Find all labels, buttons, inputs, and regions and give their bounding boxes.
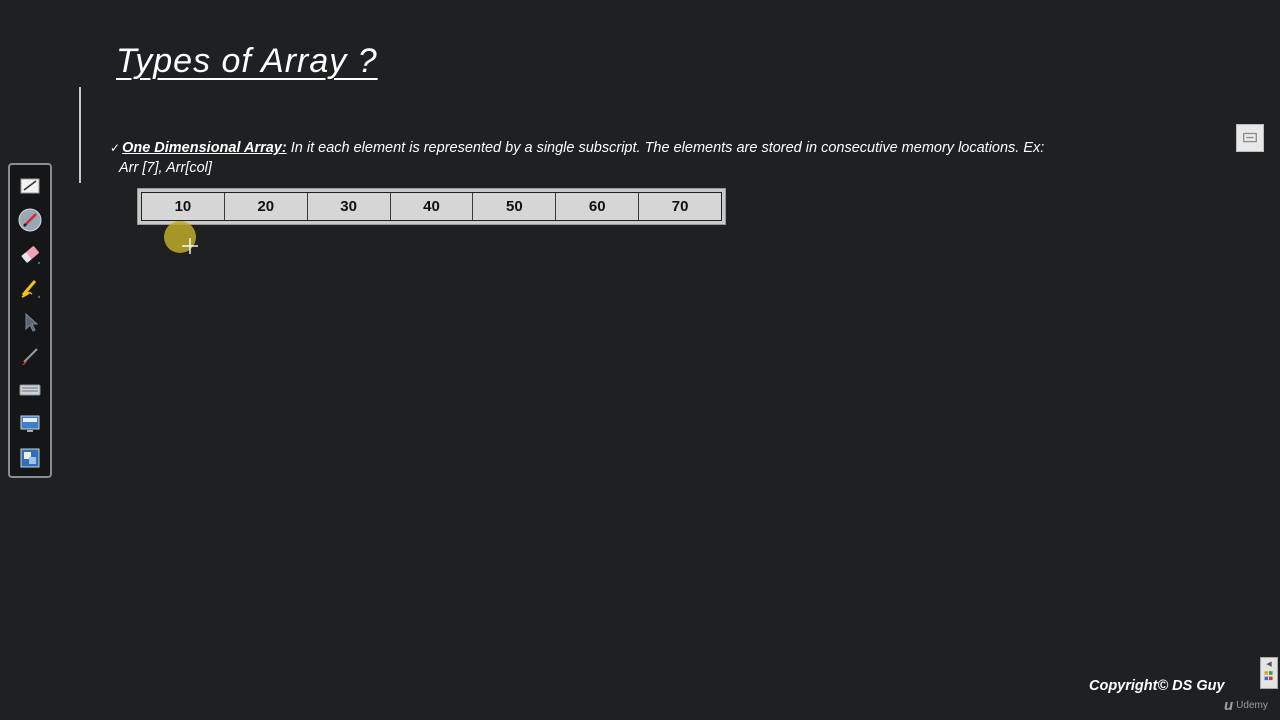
- vertical-divider: [79, 87, 81, 183]
- highlighter-icon[interactable]: [18, 276, 42, 300]
- eraser-icon[interactable]: [18, 242, 42, 266]
- pen-icon[interactable]: [18, 208, 42, 232]
- crosshair-cursor-icon: [181, 237, 199, 255]
- screen-icon[interactable]: [1236, 124, 1264, 152]
- bullet-description: In it each element is represented by a s…: [286, 140, 1045, 156]
- brush-icon[interactable]: [18, 344, 42, 368]
- window-switch-icon[interactable]: [18, 446, 42, 470]
- bullet-example: Arr [7], Arr[col]: [119, 160, 212, 176]
- check-icon: ✓: [110, 141, 121, 155]
- udemy-watermark: u Udemy: [1224, 697, 1268, 714]
- array-cell: 30: [308, 193, 391, 220]
- one-dimensional-array-bullet: ✓ One Dimensional Array: In it each eleme…: [110, 138, 1150, 178]
- array-cell: 50: [473, 193, 557, 220]
- bullet-term: One Dimensional Array:: [122, 140, 287, 156]
- pointer-icon[interactable]: [18, 310, 42, 334]
- annotation-toolbar: [8, 163, 52, 478]
- slide-title: Types of Array ?: [116, 42, 378, 80]
- array-cell: 70: [671, 198, 689, 215]
- array-diagram: 10 20 30 40 50 60 70: [137, 188, 726, 225]
- side-panel-handle[interactable]: [1260, 657, 1278, 689]
- notepad-icon[interactable]: [18, 174, 42, 198]
- screen-capture-icon[interactable]: [18, 412, 42, 436]
- array-cell: 20: [225, 193, 308, 220]
- udemy-label: Udemy: [1236, 700, 1268, 711]
- array-cell: 40: [391, 193, 474, 220]
- array-cell: 60: [556, 193, 640, 220]
- keyboard-icon[interactable]: [18, 378, 42, 402]
- udemy-logo-icon: u: [1224, 697, 1234, 714]
- array-cell: 10: [142, 193, 225, 220]
- copyright-text: Copyright© DS Guy: [1089, 678, 1225, 694]
